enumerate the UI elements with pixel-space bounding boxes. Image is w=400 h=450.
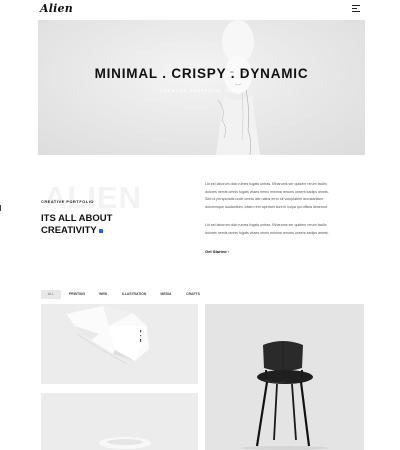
headline-word: CREATIVITY xyxy=(41,225,97,236)
filter-web[interactable]: WEB xyxy=(93,290,113,299)
black-chair-image xyxy=(241,341,329,450)
portfolio-item[interactable] xyxy=(41,393,198,450)
filter-all[interactable]: ALL xyxy=(41,290,61,299)
get-started-link[interactable]: Get Started › xyxy=(205,249,229,254)
portfolio-item[interactable] xyxy=(205,304,364,450)
section-eyebrow: CREATIVE PORTFOLIO xyxy=(41,200,94,204)
filter-crafts[interactable]: CRAFTS xyxy=(181,290,205,299)
portfolio-item[interactable] xyxy=(41,304,198,384)
about-paragraph-2: Lid est laborum dolo rumes fugats untras… xyxy=(205,223,329,235)
menu-line xyxy=(352,8,357,9)
hero-banner: MINIMAL . CRISPY . DYNAMIC - CREATIVE PO… xyxy=(38,20,365,155)
site-logo[interactable]: Alien xyxy=(40,2,73,15)
portfolio-filter-bar: ALL PRINTING WEB ILLUSTRATION MEDIA CRAF… xyxy=(41,290,241,300)
headline-line-2: CREATIVITY xyxy=(41,225,112,237)
headline-line-1: ITS ALL ABOUT xyxy=(41,213,113,224)
filter-media[interactable]: MEDIA xyxy=(155,290,177,299)
background-watermark-word: ALIEN xyxy=(44,180,142,215)
accent-square-icon xyxy=(98,229,103,233)
crumpled-paper-image xyxy=(66,306,149,365)
about-paragraph-1: Lid est laborum dolo rumes fugats untras… xyxy=(205,182,329,209)
white-object-image xyxy=(99,437,151,449)
section-indicator-line xyxy=(0,205,8,211)
hamburger-menu-icon[interactable] xyxy=(352,5,360,12)
section-headline: ITS ALL ABOUT CREATIVITY xyxy=(41,213,112,237)
site-header: Alien xyxy=(0,0,400,20)
hero-portrait-image xyxy=(216,20,260,155)
filter-printing[interactable]: PRINTING xyxy=(65,290,89,299)
hero-subtitle: - CREATIVE PORTFOLIO THEME - xyxy=(155,89,248,93)
filter-illustration[interactable]: ILLUSTRATION xyxy=(117,290,151,299)
menu-line xyxy=(352,11,360,12)
hero-title: MINIMAL . CRISPY . DYNAMIC xyxy=(94,66,309,81)
menu-line xyxy=(352,5,360,6)
